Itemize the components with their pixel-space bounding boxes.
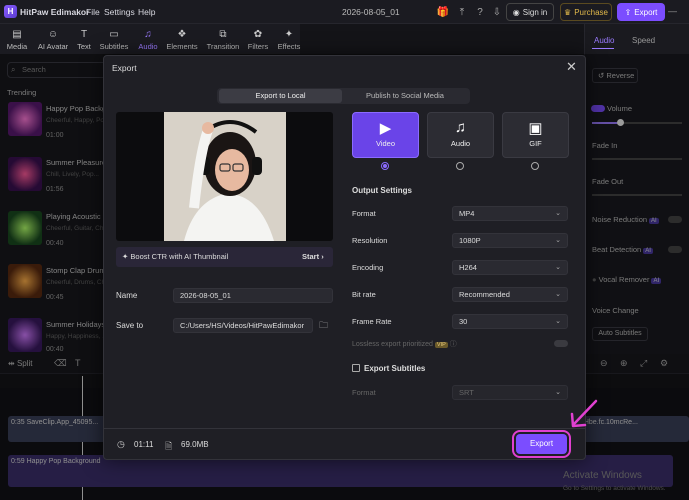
music-note-icon: ♫ [454,119,467,136]
sparkle-icon: ✦ [122,252,129,261]
tab-audio[interactable]: Audio [594,36,614,45]
subtitle-format-select[interactable]: SRT ⌄ [452,385,568,400]
chevron-down-icon: ⌄ [555,291,561,298]
video-icon: ▶ [379,120,392,137]
project-title: 2026-08-05_01 [342,7,400,17]
tool-media[interactable]: ▤ Media [5,27,29,57]
text-icon: T [80,29,88,40]
avatar-icon: ☺ [47,29,59,40]
export-icon: ⇪ [624,7,632,17]
tool-subtitles[interactable]: ▭ Subtitles [98,27,130,57]
music-note-icon: ♫ [144,29,152,40]
encoding-label: Encoding [352,263,384,272]
menu-settings[interactable]: Settings [104,7,135,17]
cloud-icon[interactable]: ⤒ [456,6,468,18]
help-icon[interactable]: ? [474,6,486,18]
app-logo: H [4,5,17,18]
divider [103,428,586,429]
menu-file[interactable]: File [86,7,100,17]
name-input[interactable]: 2026-08-05_01 [173,288,333,303]
gif-icon: ▣ [528,120,543,137]
tool-filters[interactable]: ✿ Filters [246,27,270,57]
type-gif-card[interactable]: ▣ GIF [502,112,569,158]
subtitles-icon: ▭ [109,29,119,40]
chevron-down-icon: ⌄ [555,237,561,244]
chevron-down-icon: ⌄ [555,318,561,325]
menu-help[interactable]: Help [138,7,155,17]
export-subtitles-label: Export Subtitles [364,364,426,373]
bit-rate-label: Bit rate [352,290,376,299]
encoding-select[interactable]: H264 ⌄ [452,260,568,275]
vip-badge: VIP [434,342,448,348]
user-icon: ◉ [512,7,520,17]
tool-audio[interactable]: ♫ Audio [136,27,160,57]
lossless-toggle[interactable] [554,340,568,347]
boost-start-button[interactable]: Start › [302,252,324,261]
person-illustration [164,112,286,241]
save-path-input[interactable]: C:/Users/HS/Videos/HitPawEdimakor [173,318,313,333]
annotation-arrow-icon [570,399,598,428]
gift-icon[interactable]: 🎁 [437,6,449,18]
chevron-down-icon: ⌄ [555,264,561,271]
frame-rate-label: Frame Rate [352,317,392,326]
tool-ai-avatar[interactable]: ☺ AI Avatar [35,27,71,57]
tab-export-to-local[interactable]: Export to Local [219,89,342,103]
transition-icon: ⧉ [219,29,227,40]
file-size-value: 69.0MB [181,440,209,449]
info-icon: ⓘ [449,341,457,348]
lossless-label: Lossless export prioritized VIP ⓘ [352,341,457,348]
tab-speed[interactable]: Speed [632,36,655,45]
file-icon: 🗎 [165,441,173,451]
duration-value: 01:11 [134,440,154,449]
chevron-down-icon: ⌄ [555,389,561,396]
type-audio-card[interactable]: ♫ Audio [427,112,494,158]
output-settings-heading: Output Settings [352,186,412,195]
save-to-label: Save to [116,321,144,330]
bit-rate-select[interactable]: Recommended ⌄ [452,287,568,302]
format-select[interactable]: MP4 ⌄ [452,206,568,221]
export-subtitles-checkbox[interactable] [352,364,360,372]
format-label: Format [352,209,376,218]
tool-text[interactable]: T Text [75,27,93,57]
media-icon: ▤ [12,29,22,40]
type-video-card[interactable]: ▶ Video [352,112,419,158]
tool-transition[interactable]: ⧉ Transition [205,27,241,57]
app-name: HitPaw Edimakor [20,7,90,17]
subtitle-format-label: Format [352,388,376,397]
frame-rate-select[interactable]: 30 ⌄ [452,314,568,329]
video-radio[interactable] [381,162,389,170]
filters-icon: ✿ [253,29,263,40]
sign-in-button[interactable]: ◉ Sign in [506,3,554,21]
tool-elements[interactable]: ❖ Elements [166,27,198,57]
chevron-down-icon: ⌄ [555,210,561,217]
download-icon[interactable]: ⇩ [491,6,503,18]
window-minimize-icon[interactable]: — [668,6,677,16]
export-button[interactable]: Export [512,430,571,458]
clock-icon: ◷ [117,439,125,449]
folder-icon[interactable]: 🗀 [319,318,328,334]
close-icon[interactable]: ✕ [566,59,577,75]
chevron-right-icon: › [321,252,324,261]
elements-icon: ❖ [177,29,187,40]
boost-text: ✦ Boost CTR with AI Thumbnail [122,252,229,261]
name-label: Name [116,291,138,300]
gif-radio[interactable] [531,162,539,170]
export-top-button[interactable]: ⇪ Export [617,3,665,21]
purchase-button[interactable]: ♛ Purchase [560,3,612,21]
active-tab-indicator [592,48,614,49]
preview-frame [164,112,286,241]
effects-icon: ✦ [284,29,294,40]
resolution-select[interactable]: 1080P ⌄ [452,233,568,248]
dialog-title: Export [112,63,137,73]
tab-publish-to-social[interactable]: Publish to Social Media [342,89,468,103]
crown-icon: ♛ [564,7,572,17]
tool-effects[interactable]: ✦ Effects [276,27,302,57]
audio-radio[interactable] [456,162,464,170]
resolution-label: Resolution [352,236,388,245]
